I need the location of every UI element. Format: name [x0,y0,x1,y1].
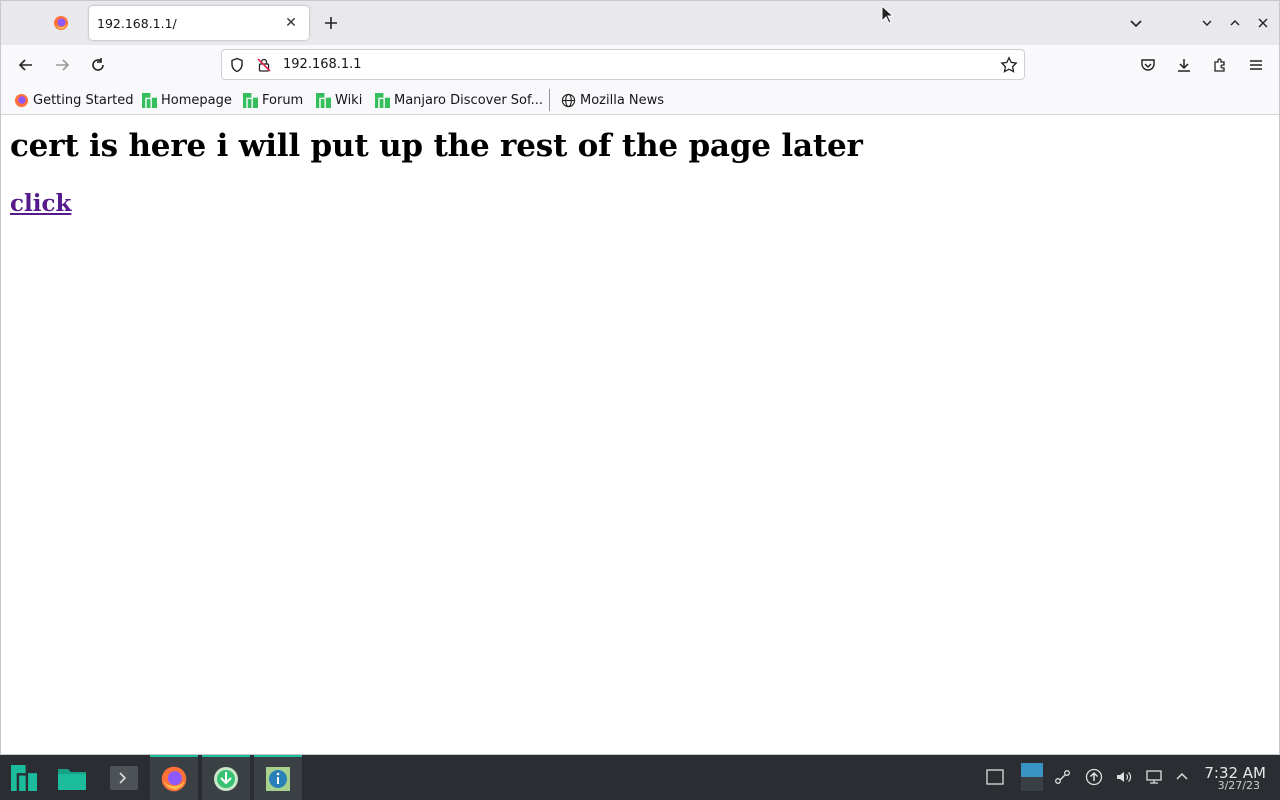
taskbar-firefox[interactable] [150,755,198,800]
updates-icon[interactable] [1083,766,1105,788]
reload-button[interactable] [84,51,112,79]
arrow-right-icon [56,59,70,71]
bookmark-homepage[interactable]: Homepage [141,91,232,109]
bookmark-label: Manjaro Discover Sof... [394,92,544,108]
pager-icon[interactable] [1021,763,1043,791]
volume-icon[interactable] [1113,766,1135,788]
clock-date[interactable]: 3/27/23 [1218,779,1260,792]
click-link[interactable]: click [10,190,71,217]
show-desktop-icon[interactable] [984,766,1006,788]
navigation-toolbar: 192.168.1.1 [1,45,1279,85]
extensions-button[interactable] [1206,51,1234,79]
application-launcher[interactable] [0,755,48,800]
list-all-tabs-button[interactable] [1124,11,1148,35]
pocket-icon [1141,59,1155,71]
info-icon [266,766,290,791]
bookmark-label: Forum [262,92,304,108]
taskbar-software-update[interactable] [202,755,250,800]
downloads-button[interactable] [1170,51,1198,79]
bookmark-mozilla-news[interactable]: Mozilla News [560,91,664,109]
url-text[interactable]: 192.168.1.1 [283,57,362,72]
close-window-button[interactable] [1251,11,1275,35]
back-button[interactable] [12,51,40,79]
shield-icon[interactable] [228,56,246,74]
manjaro-icon [315,92,331,108]
tab-active[interactable]: 192.168.1.1/ ✕ [89,6,309,40]
bookmark-separator [549,89,550,111]
taskbar [0,755,1280,800]
firefox-icon [54,16,68,30]
manjaro-icon [242,92,258,108]
bookmark-getting-started[interactable]: Getting Started [13,91,134,109]
bookmark-wiki[interactable]: Wiki [315,91,362,109]
bookmarks-toolbar: Getting Started Homepage Forum Wiki Manj… [1,85,1279,115]
forward-button[interactable] [48,51,76,79]
page-content: cert is here i will put up the rest of t… [1,116,1279,754]
tab-close-icon[interactable]: ✕ [281,13,301,33]
maximize-button[interactable] [1223,11,1247,35]
hamburger-icon [1250,60,1262,70]
manjaro-logo-icon [11,764,37,791]
download-update-icon [214,766,238,791]
manjaro-icon [374,92,390,108]
bookmark-label: Mozilla News [580,92,665,108]
url-bar[interactable]: 192.168.1.1 [221,49,1025,80]
minimize-button[interactable] [1195,11,1219,35]
insecure-lock-icon[interactable] [255,56,273,74]
chevron-down-icon [1130,20,1142,28]
tab-title: 192.168.1.1/ [97,15,177,31]
network-share-icon[interactable] [1052,766,1074,788]
download-icon [1178,59,1190,72]
bookmark-label: Wiki [335,92,363,108]
reload-icon [92,58,104,71]
menu-button[interactable] [1242,51,1270,79]
manjaro-icon [141,92,157,108]
puzzle-icon [1214,58,1225,72]
mouse-cursor-icon [881,5,895,24]
close-icon [1258,18,1268,28]
firefox-icon [161,766,187,791]
bookmark-forum[interactable]: Forum [242,91,303,109]
bookmark-label: Homepage [161,92,232,108]
taskbar-system-info[interactable] [254,755,302,800]
taskbar-file-manager[interactable] [48,755,96,800]
star-icon[interactable] [1000,56,1018,74]
maximize-icon [1230,20,1240,26]
browser-window: 192.168.1.1/ ✕ 192.168.1.1 Getting Start… [0,0,1280,755]
tab-strip: 192.168.1.1/ ✕ [1,1,1279,45]
pinned-tab[interactable] [41,7,81,39]
bookmark-manjaro-discover[interactable]: Manjaro Discover Sof... [374,91,543,109]
globe-icon [560,92,576,108]
page-heading: cert is here i will put up the rest of t… [10,128,863,164]
new-tab-button[interactable] [319,11,343,35]
terminal-icon [110,765,138,790]
minimize-icon [1202,20,1212,26]
folder-icon [58,768,86,790]
firefox-icon [13,92,29,108]
arrow-left-icon [18,59,32,71]
pocket-button[interactable] [1134,51,1162,79]
network-wired-icon[interactable] [1143,766,1165,788]
bookmark-label: Getting Started [33,92,134,108]
chevron-up-icon[interactable] [1171,766,1193,788]
plus-icon [325,17,337,29]
taskbar-terminal[interactable] [100,755,148,800]
